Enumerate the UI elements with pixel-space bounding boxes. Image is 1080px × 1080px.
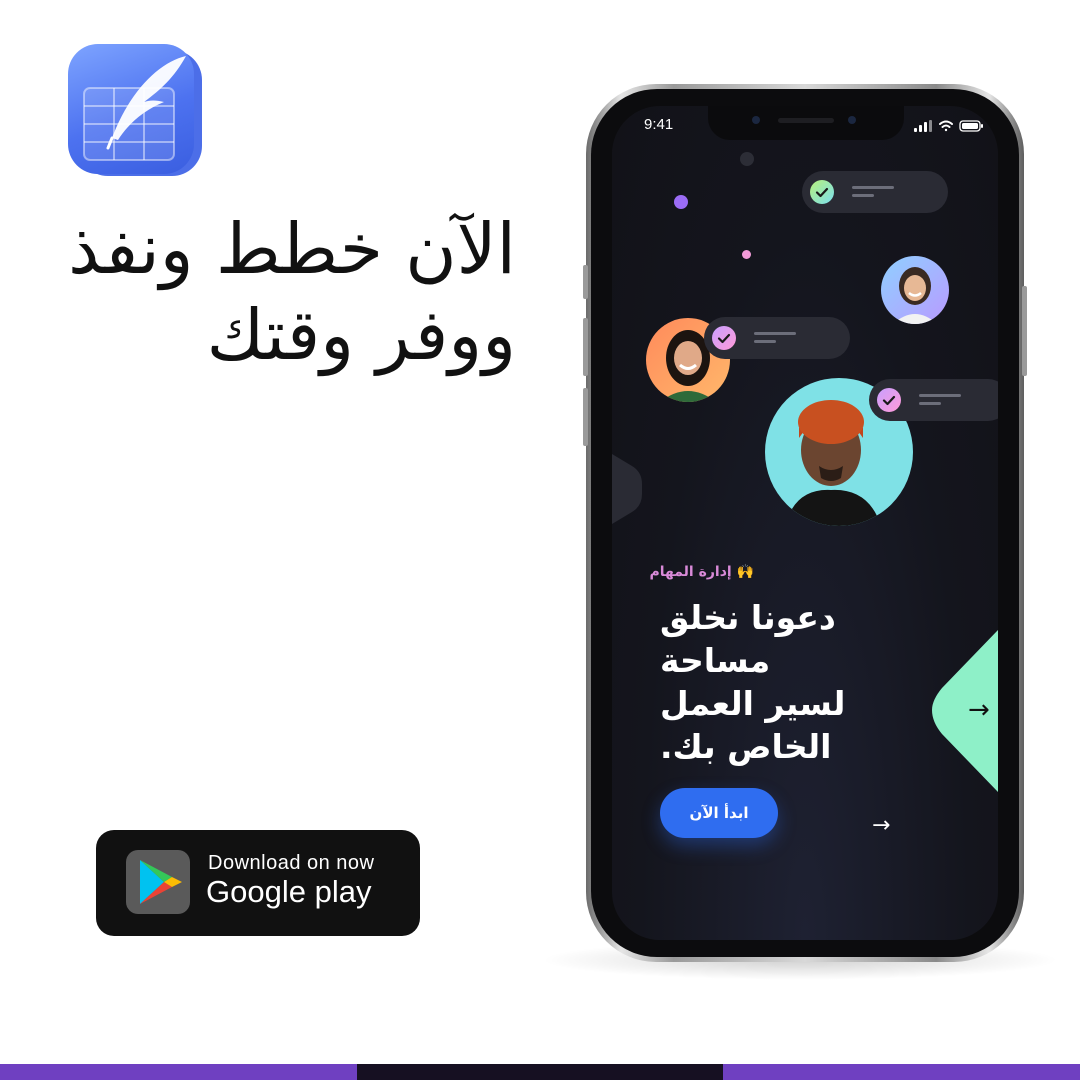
volume-down-button xyxy=(583,388,588,446)
check-icon xyxy=(810,180,834,204)
bottom-stripe xyxy=(0,1064,357,1080)
screen-title-line: لسير العمل xyxy=(660,684,846,723)
decor-dot xyxy=(742,250,751,259)
decor-dot xyxy=(674,195,688,209)
check-icon xyxy=(712,326,736,350)
decor-dot xyxy=(740,152,754,166)
arrow-right-icon[interactable]: → xyxy=(968,696,990,724)
screen-title-line: دعونا نخلق xyxy=(660,598,836,637)
headline-line-2: ووفر وقتك xyxy=(206,294,516,376)
battery-icon xyxy=(959,120,983,132)
task-pill xyxy=(802,171,948,213)
screen-title-line: مساحة xyxy=(660,641,771,680)
status-icons xyxy=(914,118,984,132)
volume-up-button xyxy=(583,318,588,376)
mute-switch xyxy=(583,265,588,299)
task-pill xyxy=(869,379,998,421)
arrow-right-icon[interactable]: → xyxy=(872,814,890,838)
headline-line-1: الآن خطط ونفذ xyxy=(68,208,516,290)
wifi-icon xyxy=(939,120,953,132)
badge-line-2: Google play xyxy=(206,874,372,909)
avatar xyxy=(881,256,949,324)
google-play-icon xyxy=(126,850,190,914)
signal-icon xyxy=(914,120,932,132)
google-play-badge[interactable]: Download on now Google play xyxy=(96,830,420,936)
category-tag: 🙌 إدارة المهام xyxy=(650,564,755,580)
bottom-stripe xyxy=(723,1064,1080,1080)
bottom-stripe xyxy=(357,1064,723,1080)
status-time: 9:41 xyxy=(644,116,674,133)
screen-title-line: الخاص بك. xyxy=(660,727,832,766)
check-icon xyxy=(877,388,901,412)
notch xyxy=(708,106,904,140)
headline: الآن خطط ونفذ ووفر وقتك xyxy=(68,206,516,378)
power-button xyxy=(1022,286,1027,376)
category-tag-label: إدارة المهام xyxy=(649,564,732,580)
phone-screen: 9:41 🙌 إدارة المهام دعونا نخلق مساحة لسي… xyxy=(612,106,998,940)
side-tab xyxy=(612,454,642,524)
app-icon xyxy=(68,44,204,180)
screen-title: دعونا نخلق مساحة لسير العمل الخاص بك. xyxy=(660,596,900,768)
raised-hands-icon: 🙌 xyxy=(736,564,754,580)
task-pill xyxy=(704,317,850,359)
start-now-button[interactable]: ابدأ الآن xyxy=(660,788,778,838)
badge-line-1: Download on now xyxy=(208,852,375,874)
